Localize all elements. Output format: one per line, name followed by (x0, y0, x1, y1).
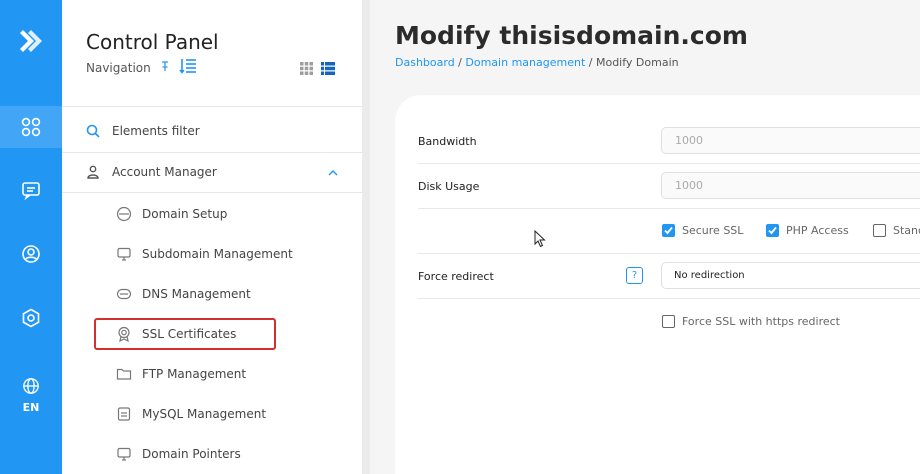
secure-ssl-checkbox[interactable]: Secure SSL (662, 224, 743, 237)
checkbox-label: Secure SSL (682, 224, 744, 237)
checkbox-label: Force SSL with https redirect (682, 315, 840, 328)
nav-item-domain-setup[interactable]: Domain Setup (116, 206, 227, 222)
chevron-up-icon[interactable] (328, 165, 338, 179)
bandwidth-input[interactable]: 1000 (661, 127, 920, 154)
nav-item-domain-pointers[interactable]: Domain Pointers (116, 446, 241, 462)
form-card: Bandwidth 1000 Disk Usage 1000 Secure SS… (395, 95, 920, 474)
panel-divider (362, 0, 370, 474)
breadcrumb-dashboard[interactable]: Dashboard (395, 56, 455, 69)
database-icon (117, 407, 131, 421)
force-redirect-label: Force redirect (418, 270, 494, 283)
checkbox-label: Stanc (893, 224, 920, 237)
force-ssl-checkbox[interactable]: Force SSL with https redirect (662, 315, 840, 328)
nav-item-label: Domain Setup (142, 207, 228, 221)
breadcrumb: Dashboard / Domain management / Modify D… (395, 56, 679, 69)
monitor-icon (117, 447, 131, 461)
mouse-cursor-icon (534, 229, 546, 252)
language-selector[interactable]: EN (0, 370, 62, 420)
row-divider (418, 253, 920, 254)
nav-item-subdomain-management[interactable]: Subdomain Management (116, 246, 293, 262)
nav-subtitle-row: Navigation (86, 58, 197, 77)
nav-item-label: MySQL Management (142, 407, 267, 421)
account-manager-label: Account Manager (112, 165, 217, 179)
nav-divider (62, 106, 362, 107)
standard-checkbox[interactable]: Stanc (873, 224, 920, 237)
message-icon[interactable] (0, 170, 62, 210)
breadcrumb-current: Modify Domain (595, 56, 679, 69)
dns-icon (116, 288, 132, 300)
redirect-select[interactable]: No redirection (661, 262, 920, 289)
bandwidth-label: Bandwidth (418, 135, 477, 148)
list-view-icon[interactable] (321, 60, 335, 79)
nav-item-label: Domain Pointers (142, 447, 241, 461)
elements-filter[interactable]: Elements filter (86, 124, 200, 138)
apps-icon[interactable] (0, 106, 62, 148)
disk-usage-input[interactable]: 1000 (661, 172, 920, 199)
breadcrumb-separator: / (585, 56, 596, 69)
nav-item-label: FTP Management (142, 367, 247, 381)
list-order-icon[interactable] (179, 58, 197, 77)
user-icon (87, 165, 99, 179)
nav-subtitle: Navigation (86, 60, 151, 75)
checkbox-checked[interactable] (766, 224, 779, 237)
row-divider (418, 163, 920, 164)
monitor-icon (117, 247, 131, 261)
pin-icon[interactable] (159, 60, 171, 75)
grid-view-icon[interactable] (300, 60, 313, 79)
account-manager-section[interactable]: Account Manager (86, 165, 338, 179)
disk-usage-label: Disk Usage (418, 180, 480, 193)
nav-item-ftp-management[interactable]: FTP Management (116, 366, 246, 382)
nav-item-mysql-management[interactable]: MySQL Management (116, 406, 266, 422)
nav-divider (62, 192, 362, 193)
logo-icon[interactable] (0, 18, 62, 64)
page-title: Modify thisisdomain.com (395, 21, 748, 50)
nav-item-label: DNS Management (142, 287, 251, 301)
nav-item-dns-management[interactable]: DNS Management (116, 286, 251, 302)
view-toggle (300, 60, 335, 79)
checkbox-label: PHP Access (786, 224, 849, 237)
search-icon (86, 124, 100, 138)
checkbox-unchecked[interactable] (662, 315, 675, 328)
checkbox-checked[interactable] (662, 224, 675, 237)
nav-divider (62, 152, 362, 153)
language-label: EN (22, 400, 40, 414)
nav-item-label: Subdomain Management (142, 247, 293, 261)
icon-rail: EN (0, 0, 62, 474)
row-divider (418, 298, 920, 299)
row-divider (418, 208, 920, 209)
checkbox-unchecked[interactable] (873, 224, 886, 237)
php-access-checkbox[interactable]: PHP Access (766, 224, 849, 237)
folder-icon (116, 368, 132, 380)
elements-filter-label: Elements filter (112, 124, 200, 138)
highlight-box (94, 318, 276, 350)
globe-icon (23, 377, 39, 394)
help-button[interactable]: ? (626, 267, 643, 284)
navigation-panel: Control Panel Navigation Elements filter… (62, 0, 362, 474)
breadcrumb-domain-management[interactable]: Domain management (465, 56, 585, 69)
www-icon (116, 206, 132, 222)
nav-title: Control Panel (86, 30, 219, 54)
user-circle-icon[interactable] (0, 234, 62, 274)
breadcrumb-separator: / (454, 56, 466, 69)
settings-icon[interactable] (0, 298, 62, 338)
